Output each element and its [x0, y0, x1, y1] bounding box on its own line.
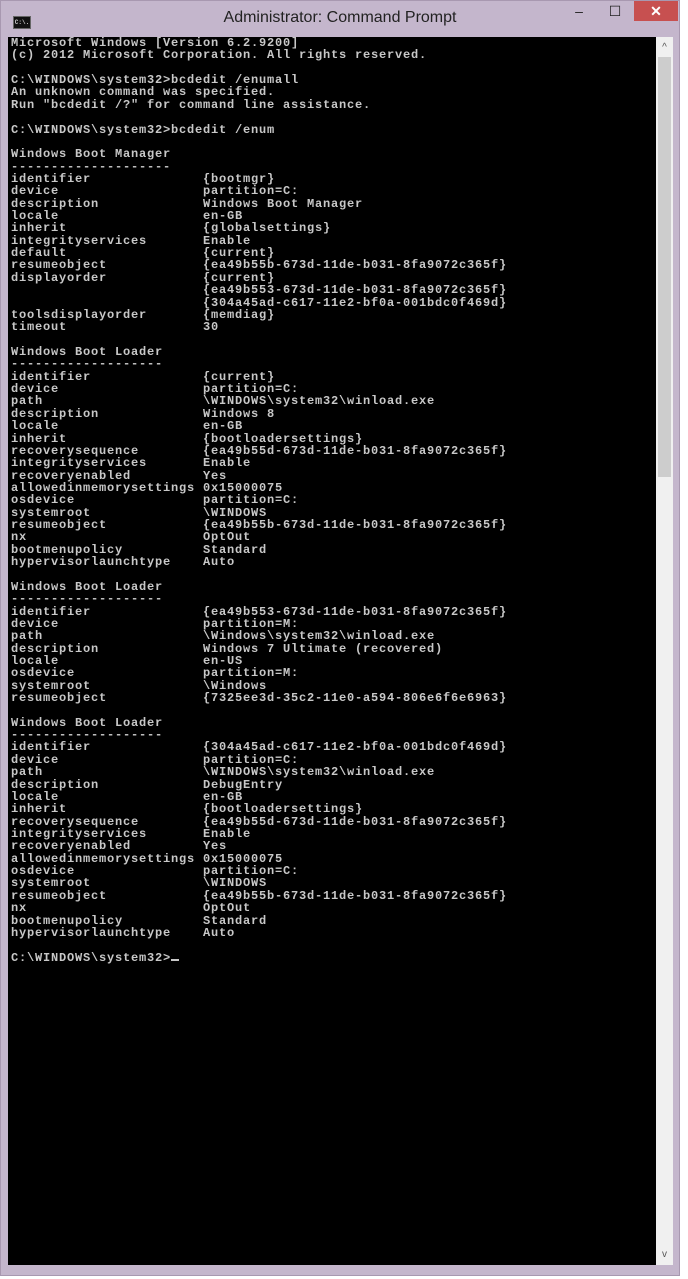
entry-key: integrityservices [11, 456, 148, 471]
entry-key: path [11, 394, 44, 409]
entry-key: identifier [11, 740, 92, 755]
minimize-button[interactable]: – [566, 1, 592, 21]
scroll-down-icon[interactable]: v [656, 1246, 673, 1263]
bcd-entry-row: description Windows 8 [11, 407, 507, 420]
entry-key: resumeobject [11, 691, 108, 706]
console-line: (c) 2012 Microsoft Corporation. All righ… [11, 48, 428, 63]
entry-value: Auto [203, 555, 236, 570]
entry-key: hypervisorlaunchtype [11, 555, 172, 570]
console-line: C:\WINDOWS\system32>bcdedit /enum [11, 122, 276, 137]
console-lines: Microsoft Windows [Version 6.2.9200] (c) … [11, 37, 507, 964]
prompt-text: C:\WINDOWS\system32> [11, 950, 172, 965]
entry-value: Auto [203, 925, 236, 940]
bcd-entry-row: resumeobject {7325ee3d-35c2-11e0-a594-806… [11, 691, 508, 706]
bcd-entry-row: hypervisorlaunchtype Auto [11, 925, 507, 940]
entry-value: {7325ee3d-35c2-11e0-a594-806e6f6e6963} [203, 691, 508, 706]
vertical-scrollbar[interactable]: ^ v [656, 37, 673, 1265]
bcd-entry-row: toolsdisplayorder {memdiag} [11, 309, 507, 322]
title-bar[interactable]: C:\. Administrator: Command Prompt – ☐ ✕ [1, 1, 679, 37]
bcd-entry-row: resumeobject {ea49b55b-673d-11de-b031-8fa… [11, 518, 507, 533]
entry-key: resumeobject [11, 888, 108, 903]
entry-key: resumeobject [11, 518, 108, 533]
text-cursor [171, 958, 180, 961]
console-line: Run "bcdedit /?" for command line assist… [11, 97, 372, 112]
bcd-entry-row: description DebugEntry [11, 778, 507, 791]
entry-key: nx [11, 530, 28, 545]
bcd-entry-row: integrityservices Enable [11, 456, 507, 471]
command-prompt-window: C:\. Administrator: Command Prompt – ☐ ✕… [0, 0, 680, 1276]
maximize-button[interactable]: ☐ [601, 1, 629, 21]
entry-key: resumeobject [11, 258, 108, 273]
entry-key: systemroot [11, 876, 92, 891]
bcd-entry-row: resumeobject {ea49b55b-673d-11de-b031-8fa… [11, 888, 507, 903]
entry-key: hypervisorlaunchtype [11, 925, 172, 940]
entry-key: inherit [11, 802, 68, 817]
bcd-entry-row: description Windows Boot Manager [11, 197, 507, 210]
scroll-up-icon[interactable]: ^ [656, 39, 673, 56]
entry-key: locale [11, 419, 60, 434]
entry-key: displayorder [11, 270, 108, 285]
console-line: Windows Boot Manager [11, 147, 172, 162]
bcd-entry-row: timeout 30 [11, 320, 507, 335]
console-line: An unknown command was specified. [11, 85, 276, 100]
entry-value: 30 [203, 320, 220, 335]
entry-key: recoveryenabled [11, 839, 132, 854]
entry-key: osdevice [11, 666, 76, 681]
entry-key: timeout [11, 320, 68, 335]
entry-key: nx [11, 901, 28, 916]
bcd-entry-row: description Windows 7 Ultimate (recovered… [11, 642, 507, 655]
command-prompt-line[interactable]: C:\WINDOWS\system32> [11, 950, 507, 965]
console-output[interactable]: Microsoft Windows [Version 6.2.9200] (c) … [8, 37, 656, 1265]
entry-key: path [11, 629, 44, 644]
entry-key: device [11, 184, 60, 199]
bcd-entry-row: inherit {globalsettings} [11, 221, 507, 236]
close-button[interactable]: ✕ [634, 1, 678, 21]
bcd-entry-row: hypervisorlaunchtype Auto [11, 555, 507, 570]
entry-key: osdevice [11, 493, 76, 508]
entry-key: inherit [11, 221, 68, 236]
entry-key: path [11, 765, 44, 780]
scrollbar-thumb[interactable] [658, 57, 671, 477]
